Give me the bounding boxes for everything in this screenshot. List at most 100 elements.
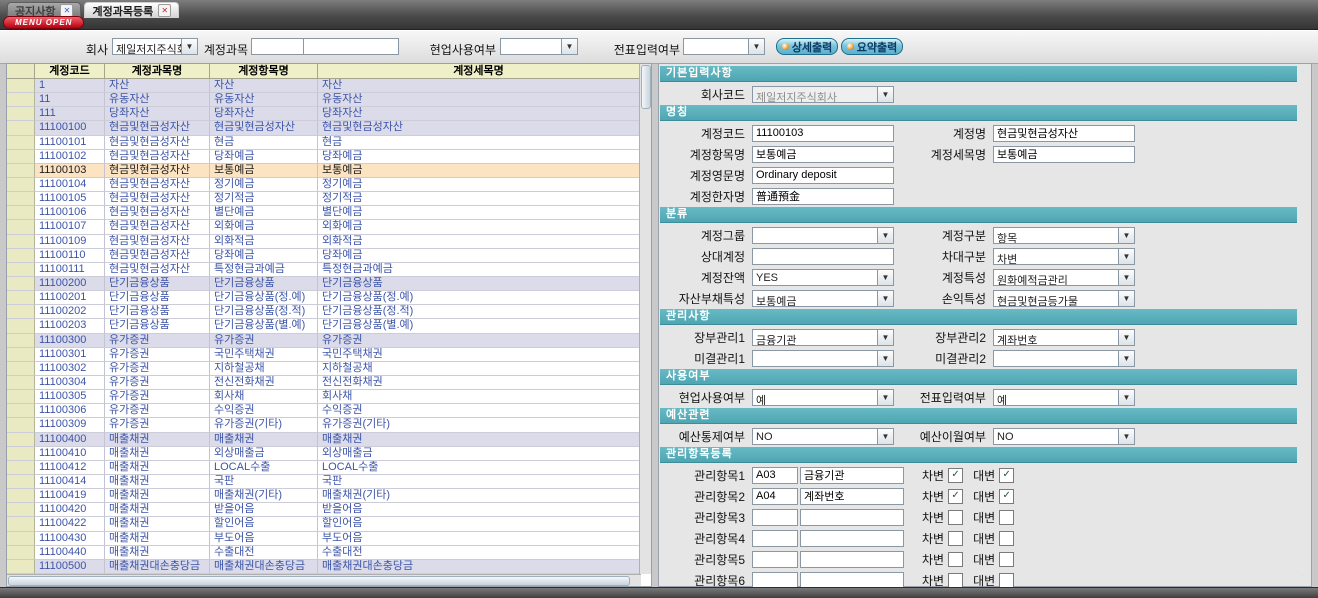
checkbox[interactable] <box>948 510 963 525</box>
grid-row[interactable]: 11100109현금및현금성자산외화적금외화적금 <box>7 235 651 249</box>
item-name-input[interactable] <box>800 551 904 568</box>
grid-row[interactable]: 11100430매출채권부도어음부도어음 <box>7 532 651 546</box>
field-input[interactable] <box>752 146 894 163</box>
grid-row[interactable]: 11100440매출채권수출대전수출대전 <box>7 546 651 560</box>
item-code-input[interactable] <box>752 551 798 568</box>
checkbox[interactable]: ✓ <box>948 489 963 504</box>
grid-row[interactable]: 11100414매출채권국판국판 <box>7 475 651 489</box>
field-input[interactable] <box>752 248 894 265</box>
grid-row[interactable]: 11100111현금및현금성자산특정현금과예금특정현금과예금 <box>7 263 651 277</box>
grid-row[interactable]: 11100304유가증권전신전화채권전신전화채권 <box>7 376 651 390</box>
grid-row[interactable]: 11100412매출채권LOCAL수출LOCAL수출 <box>7 461 651 475</box>
item-code-input[interactable] <box>752 530 798 547</box>
slip-filter-select[interactable]: ▼ <box>683 38 765 55</box>
field-select[interactable]: ▼ <box>752 227 894 244</box>
grid-row[interactable]: 11100202단기금융상품단기금융상품(정.적)단기금융상품(정.적) <box>7 305 651 319</box>
grid-row[interactable]: 11100200단기금융상품단기금융상품단기금융상품 <box>7 277 651 291</box>
item-code-input[interactable] <box>752 467 798 484</box>
debit-label: 차변 <box>922 572 944 589</box>
field-input[interactable] <box>752 188 894 205</box>
checkbox[interactable] <box>999 531 1014 546</box>
grid-row[interactable]: 11100101현금및현금성자산현금현금 <box>7 136 651 150</box>
field-select[interactable]: 차변▼ <box>993 248 1135 265</box>
use-filter-select[interactable]: ▼ <box>500 38 578 55</box>
grid-row[interactable]: 11100400매출채권매출채권매출채권 <box>7 433 651 447</box>
grid-row[interactable]: 11100301유가증권국민주택채권국민주택채권 <box>7 348 651 362</box>
grid-row[interactable]: 11100104현금및현금성자산정기예금정기예금 <box>7 178 651 192</box>
field-select[interactable]: NO▼ <box>752 428 894 445</box>
field-select[interactable]: YES▼ <box>752 269 894 286</box>
tab-account-register[interactable]: 계정과목등록 ✕ <box>84 2 179 18</box>
grid-row[interactable]: 11100500매출채권대손충당금매출채권대손충당금매출채권대손충당금 <box>7 560 651 574</box>
grid-horizontal-scrollbar[interactable] <box>7 574 641 586</box>
grid-row[interactable]: 11100410매출채권외상매출금외상매출금 <box>7 447 651 461</box>
grid-row[interactable]: 11100100현금및현금성자산현금및현금성자산현금및현금성자산 <box>7 121 651 135</box>
detail-print-button[interactable]: 상세출력 <box>776 38 838 55</box>
field-select[interactable]: 금융기관▼ <box>752 329 894 346</box>
field-select[interactable]: 항목▼ <box>993 227 1135 244</box>
checkbox[interactable] <box>948 573 963 588</box>
menu-open-button[interactable]: MENU OPEN <box>3 16 84 29</box>
item-name-input[interactable] <box>800 467 904 484</box>
item-name-input[interactable] <box>800 488 904 505</box>
grid-row[interactable]: 11100103현금및현금성자산보통예금보통예금 <box>7 164 651 178</box>
grid-row[interactable]: 11100110현금및현금성자산당좌예금당좌예금 <box>7 249 651 263</box>
grid-row[interactable]: 11100306유가증권수익증권수익증권 <box>7 404 651 418</box>
field-label: 계정코드 <box>661 125 752 142</box>
item-code-input[interactable] <box>752 488 798 505</box>
checkbox[interactable]: ✓ <box>948 468 963 483</box>
field-select[interactable]: 예▼ <box>993 389 1135 406</box>
chevron-down-icon[interactable]: ⌄ <box>1300 569 1308 580</box>
grid-row[interactable]: 111당좌자산당좌자산당좌자산 <box>7 107 651 121</box>
grid-row[interactable]: 11100302유가증권지하철공채지하철공채 <box>7 362 651 376</box>
grid-row[interactable]: 11100107현금및현금성자산외화예금외화예금 <box>7 220 651 234</box>
close-icon[interactable]: ✕ <box>158 4 171 17</box>
account-code-input[interactable] <box>251 38 304 55</box>
chevron-up-icon[interactable]: ⌃ <box>1300 70 1308 81</box>
grid-row[interactable]: 11100305유가증권회사채회사채 <box>7 390 651 404</box>
checkbox[interactable] <box>948 531 963 546</box>
account-name-input[interactable] <box>303 38 399 55</box>
field-select[interactable]: 예▼ <box>752 389 894 406</box>
grid-row[interactable]: 1자산자산자산 <box>7 79 651 93</box>
checkbox[interactable] <box>999 510 1014 525</box>
item-name-input[interactable] <box>800 530 904 547</box>
item-name-input[interactable] <box>800 572 904 589</box>
checkbox[interactable] <box>948 552 963 567</box>
grid-row[interactable]: 11100300유가증권유가증권유가증권 <box>7 334 651 348</box>
checkbox[interactable] <box>999 573 1014 588</box>
field-select[interactable]: ▼ <box>752 350 894 367</box>
grid-row[interactable]: 11100105현금및현금성자산정기적금정기적금 <box>7 192 651 206</box>
field-select[interactable]: NO▼ <box>993 428 1135 445</box>
company-select[interactable]: 제일저지주식회사 ▼ <box>112 38 198 55</box>
field-select[interactable]: 보통예금▼ <box>752 290 894 307</box>
field-input[interactable] <box>752 167 894 184</box>
scrollbar-thumb[interactable] <box>641 65 651 109</box>
checkbox[interactable]: ✓ <box>999 468 1014 483</box>
grid-row[interactable]: 11100309유가증권유가증권(기타)유가증권(기타) <box>7 418 651 432</box>
item-name-input[interactable] <box>800 509 904 526</box>
field-input[interactable] <box>993 146 1135 163</box>
grid-row[interactable]: 11100420매출채권받을어음받을어음 <box>7 503 651 517</box>
summary-print-button[interactable]: 요약출력 <box>841 38 903 55</box>
item-code-input[interactable] <box>752 509 798 526</box>
grid-vertical-scrollbar[interactable] <box>639 64 651 574</box>
grid-row[interactable]: 11유동자산유동자산유동자산 <box>7 93 651 107</box>
checkbox[interactable] <box>999 552 1014 567</box>
item-code-input[interactable] <box>752 572 798 589</box>
scrollbar-thumb[interactable] <box>8 576 630 586</box>
field-select[interactable]: 원화예적금관리▼ <box>993 269 1135 286</box>
field-select[interactable]: 현금및현금등가물▼ <box>993 290 1135 307</box>
grid-row[interactable]: 11100203단기금융상품단기금융상품(별.예)단기금융상품(별.예) <box>7 319 651 333</box>
grid-row[interactable]: 11100106현금및현금성자산별단예금별단예금 <box>7 206 651 220</box>
grid-row[interactable]: 11100201단기금융상품단기금융상품(정.예)단기금융상품(정.예) <box>7 291 651 305</box>
grid-row[interactable]: 11100102현금및현금성자산당좌예금당좌예금 <box>7 150 651 164</box>
field-input[interactable] <box>752 125 894 142</box>
grid-row[interactable]: 11100422매출채권할인어음할인어음 <box>7 517 651 531</box>
field-select[interactable]: 계좌번호▼ <box>993 329 1135 346</box>
grid-row[interactable]: 11100419매출채권매출채권(기타)매출채권(기타) <box>7 489 651 503</box>
field-select[interactable]: 제일저지주식회사▼ <box>752 86 894 103</box>
field-select[interactable]: ▼ <box>993 350 1135 367</box>
checkbox[interactable]: ✓ <box>999 489 1014 504</box>
field-input[interactable] <box>993 125 1135 142</box>
